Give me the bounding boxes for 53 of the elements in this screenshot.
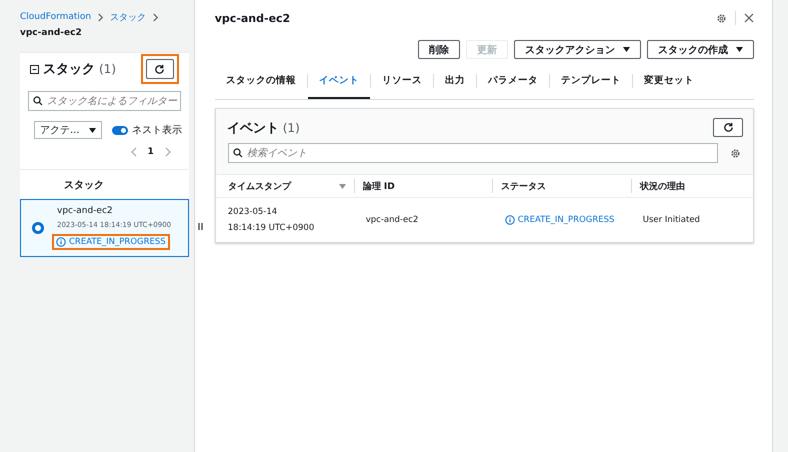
column-header[interactable]: 論理 ID — [362, 180, 395, 192]
tab[interactable]: パラメータ — [476, 63, 549, 99]
info-icon — [56, 237, 66, 247]
chevron-right-icon — [152, 12, 160, 22]
breadcrumb-current: vpc-and-ec2 — [20, 28, 83, 38]
search-field[interactable]: 検索イベント — [228, 143, 718, 163]
status-link[interactable]: CREATE_IN_PROGRESS — [518, 215, 614, 225]
refresh-button[interactable] — [146, 59, 174, 79]
status-dropdown[interactable]: アクテ... — [34, 121, 102, 139]
tab[interactable]: 出力 — [434, 63, 476, 99]
action-button[interactable]: スタックの作成 — [647, 40, 754, 59]
sort-icon[interactable] — [338, 184, 346, 188]
tab[interactable]: リソース — [370, 63, 433, 99]
panel-title: スタック — [43, 61, 95, 78]
table-cell-text: vpc-and-ec2 — [366, 215, 420, 225]
dropdown-caret-icon — [623, 47, 630, 52]
table-cell-text: 2023-05-14 18:14:19 UTC+0900 — [228, 206, 316, 235]
breadcrumb-link[interactable]: スタック — [110, 10, 146, 24]
stack-title: vpc-and-ec2 — [214, 12, 290, 24]
panel-title: イベント — [226, 120, 279, 136]
column-header[interactable]: ステータス — [500, 180, 546, 192]
refresh-icon — [722, 122, 734, 133]
filter-field[interactable]: スタック名によるフィルター — [28, 91, 181, 111]
settings-icon[interactable] — [730, 148, 742, 158]
breadcrumb-link[interactable]: CloudFormation — [20, 12, 92, 22]
toggle-switch[interactable] — [112, 126, 128, 134]
toggle-label: ネスト表示 — [132, 124, 182, 137]
radio-button[interactable] — [33, 223, 43, 233]
tab[interactable]: イベント — [308, 63, 370, 99]
stack-status: CREATE_IN_PROGRESS — [69, 237, 166, 247]
collapse-icon[interactable] — [30, 64, 39, 74]
action-button[interactable]: スタックアクション — [514, 40, 642, 59]
tab[interactable]: テンプレート — [550, 63, 632, 99]
resize-handle-icon[interactable] — [198, 222, 204, 230]
column-header[interactable]: タイムスタンプ — [228, 180, 291, 192]
settings-icon[interactable] — [716, 12, 728, 24]
tab[interactable]: スタックの情報 — [214, 63, 307, 99]
tab[interactable]: 変更セット — [632, 63, 705, 99]
dropdown-caret-icon — [736, 47, 744, 52]
table-cell-text: User Initiated — [642, 215, 701, 225]
close-icon[interactable] — [744, 13, 754, 23]
dropdown-caret-icon — [89, 128, 96, 132]
page-number[interactable]: 1 — [148, 147, 154, 157]
refresh-icon — [154, 64, 166, 74]
event-count: (1) — [282, 120, 300, 134]
stack-count: (1) — [99, 62, 116, 76]
info-icon — [504, 215, 515, 225]
stack-name: vpc-and-ec2 — [57, 206, 113, 216]
action-button[interactable]: 削除 — [418, 40, 460, 59]
column-header: スタック — [64, 180, 104, 191]
refresh-button[interactable] — [713, 118, 744, 137]
chevron-right-icon — [97, 12, 104, 22]
column-header[interactable]: 状況の理由 — [640, 180, 685, 192]
